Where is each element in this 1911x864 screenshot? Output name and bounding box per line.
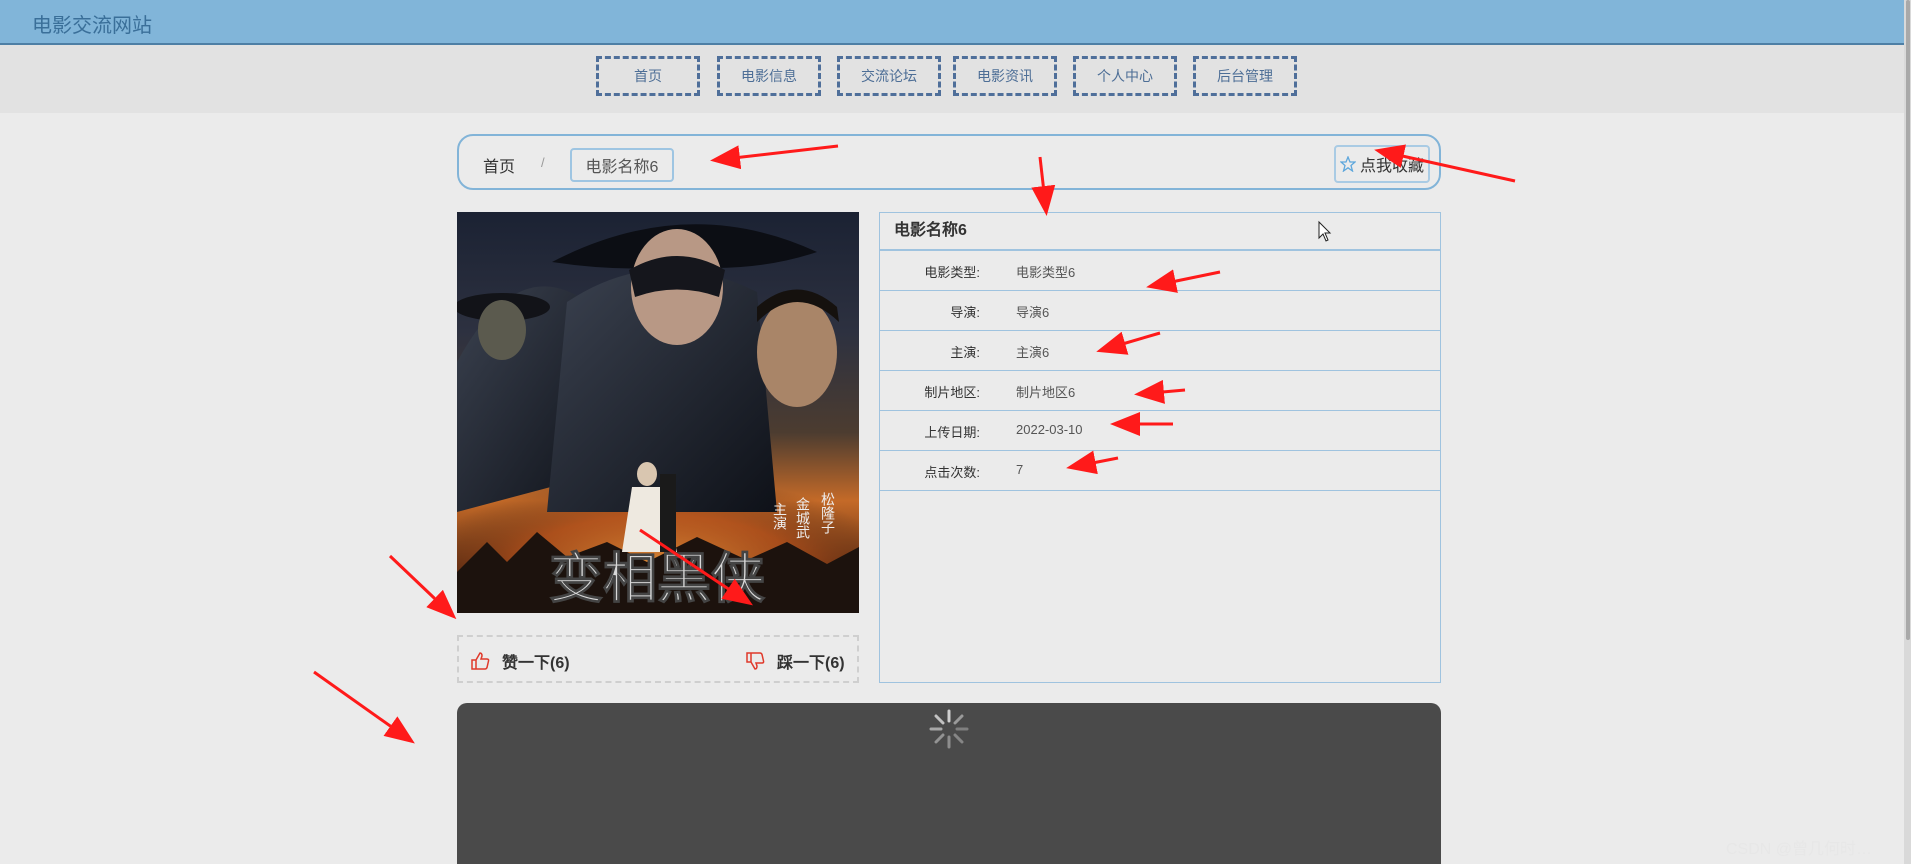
info-value: 电影类型6 — [1016, 265, 1076, 280]
info-label: 主演: — [950, 345, 980, 360]
watermark-text: CSDN @曾几何时… — [1726, 841, 1873, 858]
annotation-arrow — [313, 670, 415, 744]
info-row-genre: 电影类型: 电影类型6 — [880, 251, 1440, 291]
poster-cast-1: 主演 — [771, 502, 787, 530]
favorite-label: 点我收藏 — [1359, 158, 1424, 175]
loading-spinner-icon — [929, 709, 969, 749]
info-label: 点击次数: — [924, 465, 980, 480]
info-value: 导演6 — [1016, 305, 1050, 320]
nav-item-movie-info[interactable]: 电影信息 — [717, 56, 821, 96]
info-value: 主演6 — [1016, 345, 1050, 360]
poster-title-text: 变相黑侠 — [549, 547, 765, 610]
info-value: 2022-03-10 — [1016, 422, 1083, 437]
info-row-director: 导演: 导演6 — [880, 291, 1440, 331]
video-player[interactable] — [457, 703, 1441, 864]
info-value: 7 — [1016, 462, 1024, 477]
top-header-bar: 电影交流网站 — [0, 0, 1904, 45]
info-row-region: 制片地区: 制片地区6 — [880, 371, 1440, 411]
info-row-cast: 主演: 主演6 — [880, 331, 1440, 371]
like-label: 赞一下(6) — [502, 655, 570, 672]
info-label: 上传日期: — [924, 425, 980, 440]
info-row-upload-date: 上传日期: 2022-03-10 — [880, 411, 1440, 451]
thumbs-down-icon — [746, 652, 765, 670]
breadcrumb-separator: / — [541, 155, 545, 170]
poster-cast-2: 金城武 — [794, 497, 810, 539]
info-row-clicks: 点击次数: 7 — [880, 451, 1440, 491]
nav-item-admin[interactable]: 后台管理 — [1193, 56, 1297, 96]
info-label: 电影类型: — [924, 265, 980, 280]
site-title[interactable]: 电影交流网站 — [32, 9, 152, 38]
thumbs-up-icon — [471, 652, 490, 670]
info-value: 制片地区6 — [1016, 385, 1076, 400]
info-label: 制片地区: — [924, 385, 980, 400]
nav-item-personal-center[interactable]: 个人中心 — [1073, 56, 1177, 96]
movie-info-panel: 电影名称6 电影类型: 电影类型6 导演: 导演6 主演: 主演6 制片地区: … — [879, 212, 1441, 683]
annotation-arrow — [388, 554, 457, 620]
breadcrumb: 首页 / 电影名称6 点我收藏 — [457, 134, 1441, 190]
movie-title: 电影名称6 — [880, 213, 1440, 251]
main-nav: 首页 电影信息 交流论坛 电影资讯 个人中心 后台管理 — [0, 45, 1904, 113]
nav-item-forum[interactable]: 交流论坛 — [837, 56, 941, 96]
dislike-label: 踩一下(6) — [777, 655, 845, 672]
vote-bar: 赞一下(6) 踩一下(6) — [457, 635, 859, 683]
like-button[interactable]: 赞一下(6) — [470, 649, 570, 673]
breadcrumb-current: 电影名称6 — [570, 148, 674, 182]
info-label: 导演: — [950, 305, 980, 320]
breadcrumb-home-link[interactable]: 首页 — [483, 153, 515, 177]
nav-item-movie-news[interactable]: 电影资讯 — [953, 56, 1057, 96]
dislike-button[interactable]: 踩一下(6) — [745, 649, 845, 673]
movie-poster: 变相黑侠 主演 金城武 松隆子 — [457, 212, 859, 613]
favorite-button[interactable]: 点我收藏 — [1334, 145, 1430, 183]
scrollbar-thumb[interactable] — [1906, 0, 1910, 640]
nav-item-home[interactable]: 首页 — [596, 56, 700, 96]
poster-cast-3: 松隆子 — [819, 492, 835, 534]
star-icon — [1339, 156, 1356, 172]
